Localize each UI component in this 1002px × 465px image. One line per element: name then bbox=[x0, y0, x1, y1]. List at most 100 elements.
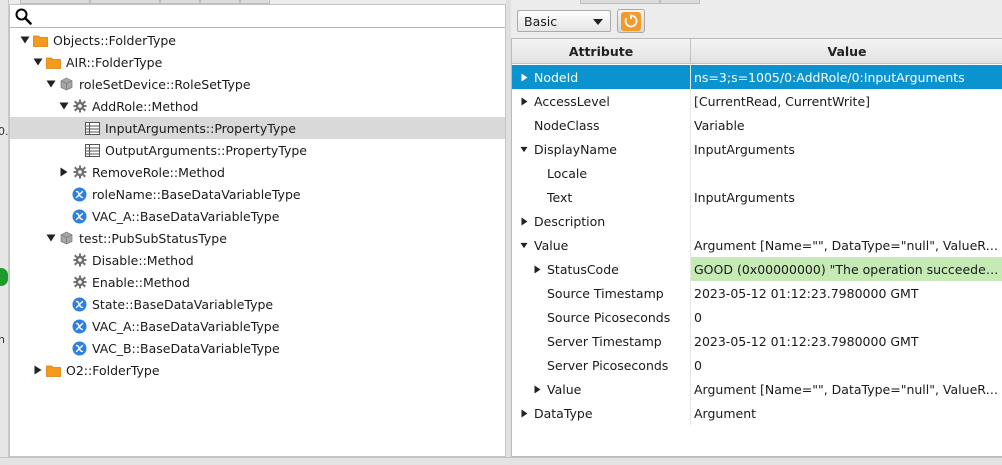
tree-node[interactable]: AIR::FolderType bbox=[10, 51, 505, 73]
background-window-fragment: 0. n bbox=[0, 0, 9, 465]
attribute-name: Value bbox=[534, 237, 569, 253]
expand-arrow-right-icon[interactable] bbox=[520, 409, 528, 417]
expand-arrow-down-icon[interactable] bbox=[520, 241, 528, 249]
tree-node[interactable]: VAC_B::BaseDataVariableType bbox=[10, 337, 505, 359]
object-cube-icon bbox=[59, 231, 74, 246]
expand-arrow-right-icon[interactable] bbox=[520, 73, 528, 81]
refresh-button[interactable] bbox=[617, 9, 645, 33]
tree-node-label: VAC_A::BaseDataVariableType bbox=[92, 318, 280, 334]
attribute-value: 2023-05-12 01:12:23.7980000 GMT bbox=[694, 333, 919, 349]
attribute-name: DisplayName bbox=[534, 141, 617, 157]
row-indent-spacer bbox=[533, 169, 541, 177]
folder-icon bbox=[46, 55, 61, 70]
search-icon[interactable] bbox=[15, 8, 32, 25]
attribute-name-cell: DisplayName bbox=[512, 137, 691, 161]
expand-arrow-down-icon[interactable] bbox=[520, 145, 528, 153]
tree-node[interactable]: VAC_A::BaseDataVariableType bbox=[10, 315, 505, 337]
clipped-text-fragment: 0. bbox=[0, 125, 9, 138]
attribute-value-cell: Variable bbox=[691, 113, 1002, 137]
tree-node[interactable]: roleName::BaseDataVariableType bbox=[10, 183, 505, 205]
attribute-row[interactable]: Value Argument [Name="", DataType="null",… bbox=[512, 233, 1002, 257]
view-mode-select[interactable]: Basic bbox=[517, 10, 611, 32]
expand-arrow-down-icon[interactable] bbox=[59, 101, 69, 111]
row-indent-spacer bbox=[533, 313, 541, 321]
variable-icon bbox=[72, 341, 87, 356]
search-input[interactable] bbox=[36, 6, 501, 26]
attribute-name: Value bbox=[547, 381, 582, 397]
attribute-value: InputArguments bbox=[694, 141, 795, 157]
tree-node[interactable]: State::BaseDataVariableType bbox=[10, 293, 505, 315]
search-bar bbox=[10, 5, 505, 28]
attribute-name: AccessLevel bbox=[534, 93, 610, 109]
attribute-row[interactable]: AccessLevel [CurrentRead, CurrentWrite] bbox=[512, 89, 1002, 113]
variable-icon bbox=[72, 319, 87, 334]
attribute-row[interactable]: NodeId ns=3;s=1005/0:AddRole/0:InputArgum… bbox=[512, 65, 1002, 89]
clipped-text-fragment: n bbox=[0, 333, 5, 346]
attribute-value-cell bbox=[691, 209, 1002, 233]
tree-node[interactable]: test::PubSubStatusType bbox=[10, 227, 505, 249]
attribute-name-cell: Value bbox=[512, 233, 691, 257]
method-gear-icon bbox=[72, 275, 87, 290]
attribute-row[interactable]: Description bbox=[512, 209, 1002, 233]
tree-node[interactable]: InputArguments::PropertyType bbox=[10, 117, 505, 139]
attribute-name: Source Timestamp bbox=[547, 285, 664, 301]
tree-node[interactable]: AddRole::Method bbox=[10, 95, 505, 117]
attribute-row[interactable]: StatusCode GOOD (0x00000000) "The operati… bbox=[512, 257, 1002, 281]
attribute-value-cell: InputArguments bbox=[691, 137, 1002, 161]
refresh-icon bbox=[621, 11, 641, 31]
tree-node-label: O2::FolderType bbox=[66, 362, 160, 378]
tree-node[interactable]: Enable::Method bbox=[10, 271, 505, 293]
attribute-value-cell: 0 bbox=[691, 305, 1002, 329]
expand-arrow-down-icon[interactable] bbox=[33, 57, 43, 67]
row-indent-spacer bbox=[533, 193, 541, 201]
attribute-row[interactable]: Server Timestamp 2023-05-12 01:12:23.7980… bbox=[512, 329, 1002, 353]
tree-node-label: AddRole::Method bbox=[92, 98, 199, 114]
attribute-name-cell: Value bbox=[512, 377, 691, 401]
address-space-panel: Objects::FolderType AIR::FolderType roleSe… bbox=[9, 4, 506, 457]
tree-node-label: VAC_B::BaseDataVariableType bbox=[92, 340, 280, 356]
method-gear-icon bbox=[72, 99, 87, 114]
expand-arrow-right-icon[interactable] bbox=[520, 217, 528, 225]
tree-node[interactable]: VAC_A::BaseDataVariableType bbox=[10, 205, 505, 227]
expand-arrow-right-icon[interactable] bbox=[33, 365, 43, 375]
expand-arrow-right-icon[interactable] bbox=[520, 97, 528, 105]
expand-arrow-down-icon[interactable] bbox=[20, 35, 30, 45]
attribute-row[interactable]: DataType Argument bbox=[512, 401, 1002, 425]
attribute-row[interactable]: NodeClass Variable bbox=[512, 113, 1002, 137]
attribute-row[interactable]: Value Argument [Name="", DataType="null",… bbox=[512, 377, 1002, 401]
attribute-value: 0 bbox=[694, 357, 702, 373]
bottom-status-strip bbox=[0, 457, 1002, 465]
column-header-attribute[interactable]: Attribute bbox=[512, 39, 691, 64]
method-gear-icon bbox=[72, 253, 87, 268]
row-indent-spacer bbox=[520, 121, 528, 129]
attribute-row[interactable]: DisplayName InputArguments bbox=[512, 137, 1002, 161]
tree-node[interactable]: O2::FolderType bbox=[10, 359, 505, 381]
attribute-name-cell: StatusCode bbox=[512, 257, 691, 281]
expand-arrow-down-icon[interactable] bbox=[46, 233, 56, 243]
column-header-value[interactable]: Value bbox=[691, 39, 1002, 64]
attribute-row[interactable]: Locale bbox=[512, 161, 1002, 185]
expand-arrow-right-icon[interactable] bbox=[533, 385, 541, 393]
attribute-row[interactable]: Source Timestamp 2023-05-12 01:12:23.7980… bbox=[512, 281, 1002, 305]
attribute-row[interactable]: Source Picoseconds 0 bbox=[512, 305, 1002, 329]
expand-arrow-down-icon[interactable] bbox=[46, 79, 56, 89]
tree-node[interactable]: roleSetDevice::RoleSetType bbox=[10, 73, 505, 95]
attribute-value-cell: [CurrentRead, CurrentWrite] bbox=[691, 89, 1002, 113]
attribute-value: [CurrentRead, CurrentWrite] bbox=[694, 93, 871, 109]
attribute-row[interactable]: Server Picoseconds 0 bbox=[512, 353, 1002, 377]
attribute-name-cell: Description bbox=[512, 209, 691, 233]
tree-node[interactable]: Objects::FolderType bbox=[10, 29, 505, 51]
tree-node[interactable]: RemoveRole::Method bbox=[10, 161, 505, 183]
tree-node[interactable]: OutputArguments::PropertyType bbox=[10, 139, 505, 161]
view-mode-value: Basic bbox=[524, 13, 558, 29]
attribute-value: Argument [Name="", DataType="null", Valu… bbox=[694, 237, 999, 253]
attribute-value: 2023-05-12 01:12:23.7980000 GMT bbox=[694, 285, 919, 301]
expand-arrow-right-icon[interactable] bbox=[59, 167, 69, 177]
attribute-row[interactable]: Text InputArguments bbox=[512, 185, 1002, 209]
attribute-value: Variable bbox=[694, 117, 745, 133]
expand-arrow-right-icon[interactable] bbox=[533, 265, 541, 273]
attribute-name: NodeId bbox=[534, 69, 579, 85]
tree-node[interactable]: Disable::Method bbox=[10, 249, 505, 271]
attribute-name-cell: Locale bbox=[512, 161, 691, 185]
